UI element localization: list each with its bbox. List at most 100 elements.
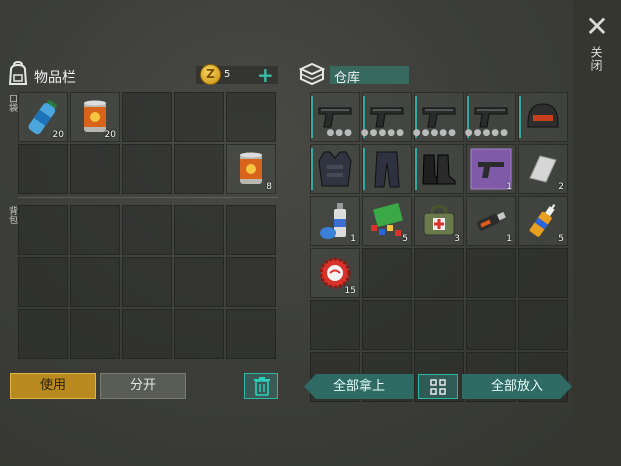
close-icon[interactable]: ✕ xyxy=(584,13,610,41)
inventory-slot[interactable] xyxy=(174,257,224,307)
slot-accent-bar xyxy=(415,148,417,190)
slot-accent-bar xyxy=(519,96,521,138)
durability-dots: ●●●●● xyxy=(360,128,405,138)
inventory-slot[interactable] xyxy=(174,144,224,194)
trash-button[interactable] xyxy=(244,373,278,399)
item-count: 8 xyxy=(266,182,272,192)
toy-parts-icon xyxy=(371,203,403,236)
pistol-icon xyxy=(370,107,404,128)
sort-button[interactable] xyxy=(418,374,458,399)
inventory-slot[interactable] xyxy=(18,309,68,359)
pistol-icon xyxy=(422,107,456,128)
item-count: 1 xyxy=(506,182,512,192)
inventory-slot[interactable] xyxy=(226,205,276,255)
storage-title: 仓库 xyxy=(334,71,361,86)
inventory-slot[interactable]: 8 xyxy=(226,144,276,194)
inventory-slot[interactable]: 3 xyxy=(414,196,464,246)
inventory-slot[interactable] xyxy=(174,309,224,359)
inventory-slot[interactable] xyxy=(414,144,464,194)
first-aid-bag-icon xyxy=(423,204,455,236)
grid-sort-icon xyxy=(430,379,446,395)
inventory-slot[interactable] xyxy=(122,144,172,194)
put-all-button[interactable]: 全部放入 xyxy=(462,374,572,399)
metal-sheet-icon xyxy=(529,155,557,183)
inventory-slot[interactable] xyxy=(518,248,568,298)
add-coins-button[interactable]: + xyxy=(257,63,274,87)
body-armor-icon xyxy=(318,151,352,187)
item-count: 15 xyxy=(344,286,356,296)
inventory-slot[interactable] xyxy=(122,92,172,142)
canned-food-icon xyxy=(240,152,262,184)
coin-icon: Z xyxy=(200,64,221,85)
inventory-slot[interactable]: 1 xyxy=(310,196,360,246)
inventory-slot[interactable]: 5 xyxy=(518,196,568,246)
spray-can-icon xyxy=(320,203,346,239)
inventory-slot[interactable]: ●●●●● xyxy=(464,92,516,142)
inventory-slot[interactable] xyxy=(70,309,120,359)
inventory-slot[interactable] xyxy=(18,257,68,307)
inventory-slot[interactable] xyxy=(70,257,120,307)
close-label[interactable]: 关闭 xyxy=(589,46,605,72)
inventory-slot[interactable]: 1 xyxy=(466,144,516,194)
inventory-slot[interactable]: ●●● xyxy=(310,92,360,142)
inventory-slot[interactable] xyxy=(466,300,516,350)
pistol-icon xyxy=(318,107,352,128)
pants-icon xyxy=(374,151,400,188)
inventory-slot[interactable]: ●●●●● xyxy=(360,92,412,142)
inventory-slot[interactable]: 2 xyxy=(518,144,568,194)
slot-accent-bar xyxy=(311,96,313,138)
pistol-icon xyxy=(474,107,508,128)
inventory-slot[interactable] xyxy=(310,300,360,350)
durability-dots: ●●●●● xyxy=(464,128,509,138)
inventory-slot[interactable] xyxy=(362,144,412,194)
inventory-slot[interactable] xyxy=(122,309,172,359)
helmet-icon xyxy=(527,103,559,128)
storage-grid: ●●● ●●●●● ●●●●● ●●●●● 1 2 1 5 3 1 5 15 xyxy=(310,92,568,402)
inventory-slot[interactable]: 20 xyxy=(70,92,120,142)
durability-dots: ●●● xyxy=(326,128,353,138)
slot-accent-bar xyxy=(311,148,313,190)
inventory-slot[interactable] xyxy=(226,92,276,142)
inventory-slot[interactable] xyxy=(414,248,464,298)
inventory-slot[interactable] xyxy=(70,144,120,194)
inventory-slot[interactable]: 20 xyxy=(18,92,68,142)
inventory-slot[interactable]: ●●●●● xyxy=(412,92,464,142)
item-count: 1 xyxy=(350,234,356,244)
inventory-slot[interactable]: 15 xyxy=(310,248,360,298)
inventory-slot[interactable] xyxy=(18,205,68,255)
item-count: 20 xyxy=(52,130,64,140)
item-count: 5 xyxy=(402,234,408,244)
durability-dots: ●●●●● xyxy=(412,128,457,138)
split-button[interactable]: 分开 xyxy=(100,373,186,399)
bottle-cap-icon xyxy=(319,257,351,289)
slot-accent-bar xyxy=(363,148,365,190)
inventory-slot[interactable]: 1 xyxy=(466,196,516,246)
inventory-slot[interactable] xyxy=(174,205,224,255)
inventory-slot[interactable] xyxy=(362,300,412,350)
inventory-slot[interactable] xyxy=(226,309,276,359)
inventory-slot[interactable] xyxy=(310,144,360,194)
inventory-slot[interactable] xyxy=(18,144,68,194)
coin-count: 5 xyxy=(224,69,231,80)
backpack-icon xyxy=(8,61,28,85)
divider xyxy=(18,197,278,198)
take-all-button[interactable]: 全部拿上 xyxy=(304,374,414,399)
inventory-slot[interactable] xyxy=(362,248,412,298)
use-button[interactable]: 使用 xyxy=(10,373,96,399)
item-count: 3 xyxy=(454,234,460,244)
inventory-slot[interactable]: 5 xyxy=(362,196,412,246)
inventory-title: 物品栏 xyxy=(34,70,76,86)
inventory-slot[interactable] xyxy=(226,257,276,307)
inventory-slot[interactable] xyxy=(122,257,172,307)
inventory-slot[interactable] xyxy=(70,205,120,255)
inventory-slot[interactable] xyxy=(174,92,224,142)
item-count: 1 xyxy=(506,234,512,244)
trash-icon xyxy=(254,377,270,396)
glue-icon xyxy=(529,204,556,237)
inventory-slot[interactable] xyxy=(518,300,568,350)
inventory-slot[interactable] xyxy=(518,92,568,142)
inventory-slot[interactable] xyxy=(122,205,172,255)
inventory-slot[interactable] xyxy=(466,248,516,298)
boots-icon xyxy=(422,154,456,185)
inventory-slot[interactable] xyxy=(414,300,464,350)
